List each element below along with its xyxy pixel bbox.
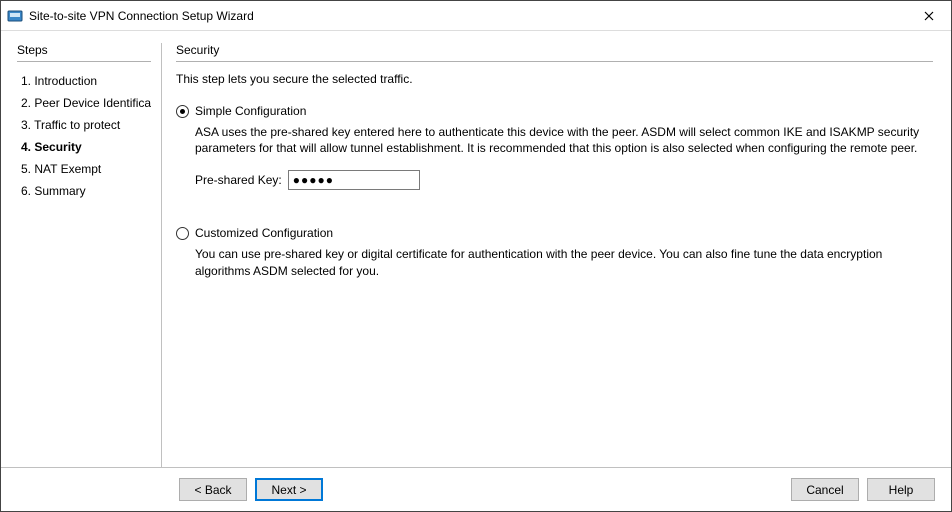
back-button[interactable]: < Back [179, 478, 247, 501]
preshared-key-label: Pre-shared Key: [195, 173, 282, 187]
step-nat-exempt[interactable]: 5. NAT Exempt [17, 158, 151, 180]
wizard-window: Site-to-site VPN Connection Setup Wizard… [0, 0, 952, 512]
panel-intro: This step lets you secure the selected t… [176, 72, 933, 86]
app-icon [7, 8, 23, 24]
help-button[interactable]: Help [867, 478, 935, 501]
step-security[interactable]: 4. Security [17, 136, 151, 158]
custom-config-radio[interactable]: Customized Configuration [176, 226, 933, 240]
window-title: Site-to-site VPN Connection Setup Wizard [29, 9, 906, 23]
step-traffic[interactable]: 3. Traffic to protect [17, 114, 151, 136]
custom-config-label: Customized Configuration [195, 226, 333, 240]
custom-config-desc: You can use pre-shared key or digital ce… [195, 246, 933, 278]
cancel-button[interactable]: Cancel [791, 478, 859, 501]
main-panel: Security This step lets you secure the s… [162, 31, 951, 467]
body: Steps 1. Introduction 2. Peer Device Ide… [1, 31, 951, 467]
steps-sidebar: Steps 1. Introduction 2. Peer Device Ide… [1, 31, 161, 467]
simple-config-radio[interactable]: Simple Configuration [176, 104, 933, 118]
radio-icon [176, 227, 189, 240]
step-introduction[interactable]: 1. Introduction [17, 70, 151, 92]
footer: < Back Next > Cancel Help [1, 467, 951, 511]
simple-config-block: Simple Configuration ASA uses the pre-sh… [176, 104, 933, 190]
titlebar: Site-to-site VPN Connection Setup Wizard [1, 1, 951, 31]
custom-config-block: Customized Configuration You can use pre… [176, 226, 933, 278]
preshared-key-input[interactable] [288, 170, 420, 190]
step-peer-device[interactable]: 2. Peer Device Identificatio [17, 92, 151, 114]
simple-config-desc: ASA uses the pre-shared key entered here… [195, 124, 933, 156]
steps-heading: Steps [17, 43, 151, 57]
preshared-key-row: Pre-shared Key: [195, 170, 933, 190]
next-button[interactable]: Next > [255, 478, 323, 501]
divider [176, 61, 933, 62]
close-button[interactable] [906, 1, 951, 30]
step-summary[interactable]: 6. Summary [17, 180, 151, 202]
divider [17, 61, 151, 62]
panel-heading: Security [176, 43, 933, 57]
radio-icon [176, 105, 189, 118]
simple-config-label: Simple Configuration [195, 104, 306, 118]
